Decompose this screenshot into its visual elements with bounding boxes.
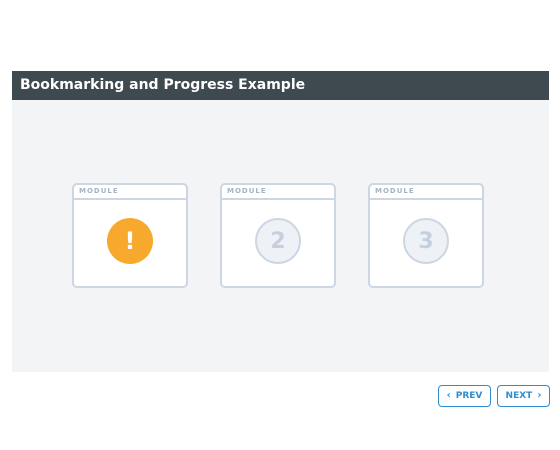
module-header-label: MODULE	[74, 185, 186, 200]
chevron-left-icon: ‹	[446, 390, 451, 401]
module-card-2[interactable]: MODULE 2	[220, 183, 336, 288]
prev-button[interactable]: ‹ PREV	[438, 385, 491, 407]
chevron-right-icon: ›	[537, 390, 542, 401]
page-title: Bookmarking and Progress Example	[12, 71, 549, 100]
module-header-label: MODULE	[222, 185, 334, 200]
app-window: Bookmarking and Progress Example MODULE …	[0, 0, 560, 450]
module-card-1[interactable]: MODULE !	[72, 183, 188, 288]
module-card-3[interactable]: MODULE 3	[368, 183, 484, 288]
next-button[interactable]: NEXT ›	[497, 385, 550, 407]
next-label: NEXT	[505, 391, 533, 401]
module-number-badge: 2	[255, 218, 301, 264]
prev-label: PREV	[455, 391, 483, 401]
module-number-badge: 3	[403, 218, 449, 264]
alert-icon: !	[107, 218, 153, 264]
module-header-label: MODULE	[370, 185, 482, 200]
